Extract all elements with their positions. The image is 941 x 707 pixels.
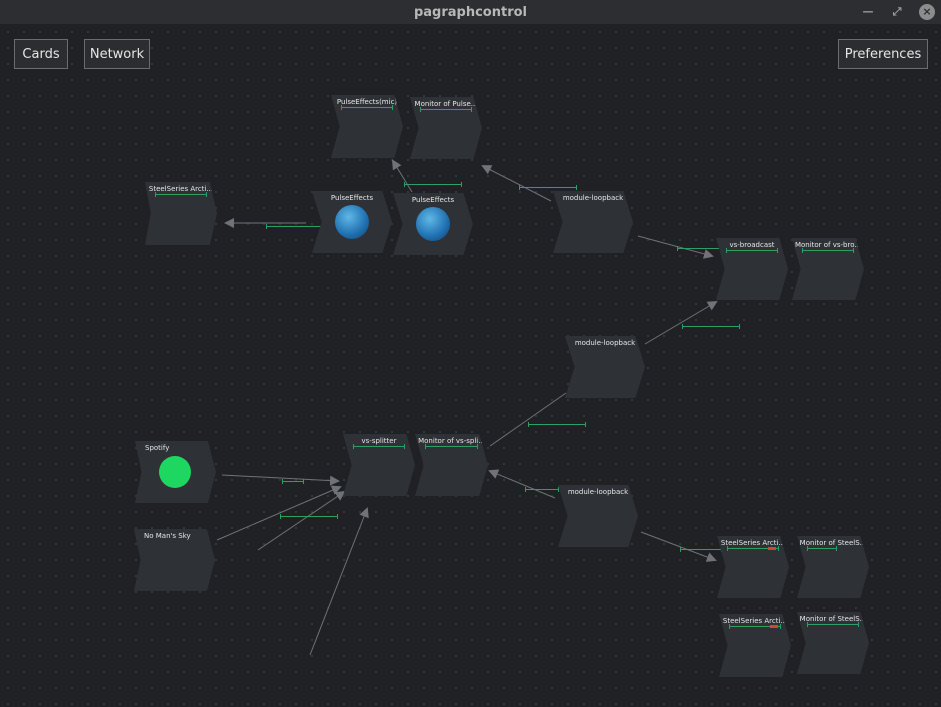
link[interactable]	[257, 490, 346, 551]
graph-node[interactable]: Monitor of SteelS...	[797, 536, 869, 598]
graph-node[interactable]: SteelSeries Arcti...	[719, 614, 791, 677]
graph-node[interactable]: SteelSeries Arcti...	[717, 536, 789, 598]
graph-node[interactable]: vs-broadcast	[716, 238, 788, 300]
volume-meter	[726, 248, 778, 253]
graph-node[interactable]: Monitor of vs-bro...	[792, 238, 864, 300]
node-label: module-loopback	[562, 194, 624, 202]
graph-node[interactable]: module-loopback	[553, 191, 633, 253]
graph-node[interactable]: No Man's Sky	[134, 529, 215, 591]
graph-node[interactable]: module-loopback	[565, 336, 645, 398]
link[interactable]	[637, 235, 714, 259]
link-meter	[682, 324, 740, 329]
volume-meter	[807, 622, 859, 627]
link[interactable]	[640, 531, 717, 562]
graph-node[interactable]: Monitor of vs-spli...	[415, 434, 488, 496]
preferences-button[interactable]: Preferences	[838, 39, 928, 69]
volume-meter	[155, 192, 207, 197]
volume-meter	[727, 546, 779, 551]
node-label: No Man's Sky	[144, 532, 191, 540]
link[interactable]	[489, 392, 567, 447]
graph-node[interactable]: PulseEffects	[312, 191, 392, 253]
link-meter	[282, 479, 304, 484]
link-meter	[404, 182, 462, 187]
link[interactable]	[216, 485, 342, 541]
link-meter	[280, 514, 338, 519]
graph-node[interactable]: module-loopback	[558, 485, 638, 547]
link[interactable]	[309, 507, 369, 656]
link[interactable]	[488, 469, 556, 499]
peak-indicator	[769, 625, 778, 628]
volume-meter	[807, 546, 837, 551]
link-meter	[525, 487, 559, 492]
graph-node[interactable]: SteelSeries Arcti...	[145, 182, 217, 245]
network-button[interactable]: Network	[84, 39, 150, 69]
link-meter	[680, 547, 722, 552]
node-label: PulseEffects	[330, 194, 374, 202]
graph-node[interactable]: vs-splitter	[343, 434, 415, 496]
link[interactable]	[481, 165, 552, 202]
pulseeffects-icon	[335, 205, 369, 239]
link[interactable]	[644, 300, 718, 345]
link[interactable]	[221, 474, 340, 486]
node-label: PulseEffects	[411, 196, 455, 204]
volume-meter	[353, 444, 405, 449]
node-label: module-loopback	[574, 339, 636, 347]
link-meter	[528, 422, 586, 427]
cards-button[interactable]: Cards	[14, 39, 68, 69]
peak-indicator	[767, 547, 776, 550]
link[interactable]	[391, 159, 413, 193]
volume-meter	[729, 624, 781, 629]
graph-node[interactable]: Monitor of Pulse...	[410, 97, 482, 159]
graph-node[interactable]: PulseEffects	[393, 193, 473, 255]
link-meter	[266, 224, 322, 229]
graph-node[interactable]: PulseEffects(mic)	[331, 95, 403, 158]
node-label: Spotify	[145, 444, 170, 452]
node-label: module-loopback	[567, 488, 629, 496]
volume-meter	[420, 107, 472, 112]
link-meter	[519, 185, 577, 190]
spotify-icon	[159, 456, 191, 488]
volume-meter	[341, 105, 393, 110]
pulseeffects-icon	[416, 207, 450, 241]
volume-meter	[802, 248, 854, 253]
volume-meter	[425, 444, 478, 449]
graph-node[interactable]: Spotify	[135, 441, 216, 503]
graph-node[interactable]: Monitor of SteelS...	[797, 612, 869, 674]
